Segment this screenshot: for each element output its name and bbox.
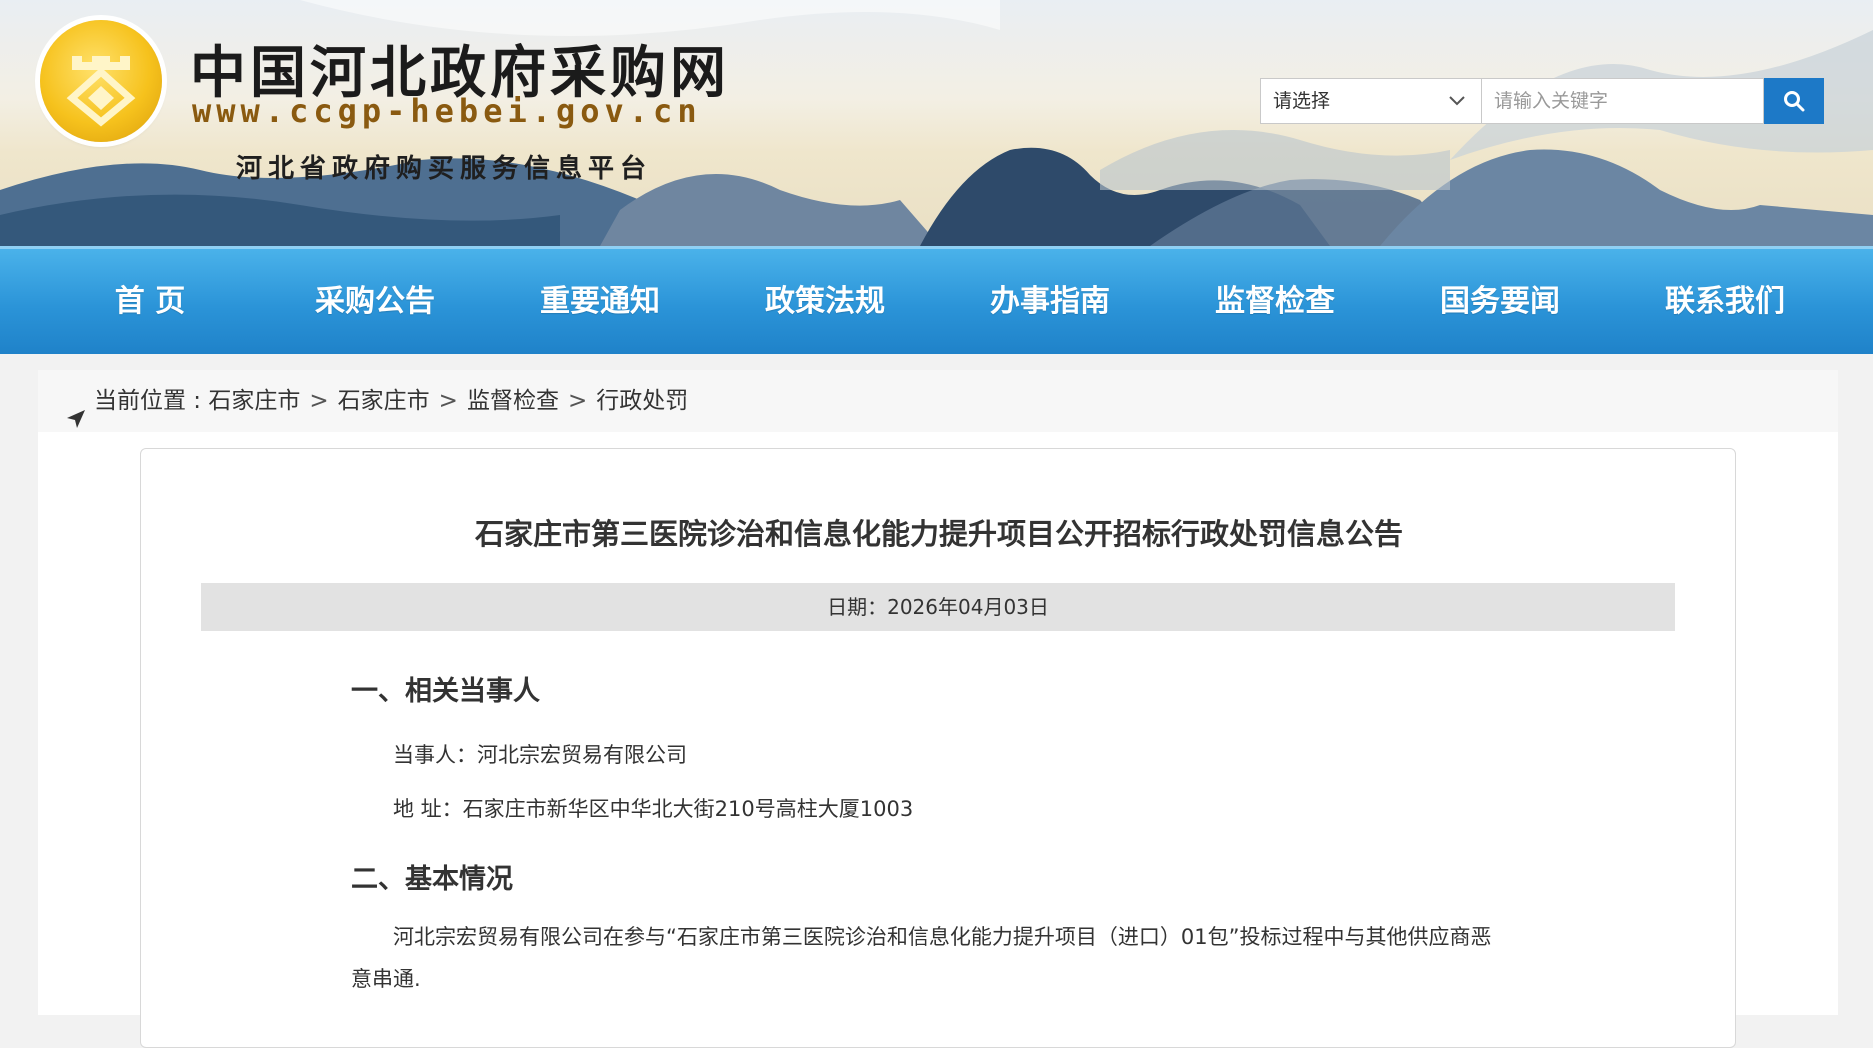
main-nav: 首 页 采购公告 重要通知 政策法规 办事指南 监督检查 国务要闻 联系我们 [0, 246, 1873, 354]
article-title: 石家庄市第三医院诊治和信息化能力提升项目公开招标行政处罚信息公告 [474, 517, 1403, 551]
nav-item-guide[interactable]: 办事指南 [950, 249, 1150, 354]
location-arrow-icon [66, 391, 86, 453]
nav-item-contact[interactable]: 联系我们 [1625, 249, 1825, 354]
logo-emblem-icon [66, 56, 136, 127]
search-button[interactable] [1764, 78, 1824, 124]
section-heading-parties: 一、相关当事人 [351, 676, 540, 707]
nav-item-state-news[interactable]: 国务要闻 [1400, 249, 1600, 354]
site-url: www.ccgp-hebei.gov.cn [192, 92, 702, 130]
nav-item-home[interactable]: 首 页 [50, 249, 250, 354]
breadcrumb-item-city[interactable]: 石家庄市 [208, 388, 300, 414]
breadcrumb-separator: > [438, 388, 458, 414]
nav-item-supervision[interactable]: 监督检查 [1175, 249, 1375, 354]
breadcrumb-item-supervision[interactable]: 监督检查 [467, 388, 559, 414]
breadcrumb-prefix: 当前位置 : [94, 388, 202, 414]
breadcrumb-item-city-2[interactable]: 石家庄市 [338, 388, 430, 414]
party-address: 地 址：石家庄市新华区中华北大街210号高柱大厦1003 [393, 797, 914, 821]
breadcrumb-separator: > [567, 388, 588, 414]
party-name: 当事人：河北宗宏贸易有限公司 [393, 743, 687, 767]
article-date: 日期：2026年04月03日 [201, 583, 1675, 631]
section-heading-basic-info: 二、基本情况 [351, 864, 513, 895]
search-category-select[interactable]: 请选择 [1260, 78, 1482, 124]
basic-info-paragraph-line2: 意串通. [351, 967, 421, 991]
search-icon [1784, 91, 1805, 112]
main-content: 当前位置 : 石家庄市 > 石家庄市 > 监督检查 > 行政处罚 石家庄市第三医院诊治和信息… [38, 370, 1838, 1048]
nav-item-procurement[interactable]: 采购公告 [275, 249, 475, 354]
site-subtitle: 河北省政府购买服务信息平台 [236, 154, 653, 184]
breadcrumb-item-current: 行政处罚 [596, 388, 689, 414]
breadcrumb: 当前位置 : 石家庄市 > 石家庄市 > 监督检查 > 行政处罚 [38, 370, 1838, 432]
basic-info-paragraph-line1: 河北宗宏贸易有限公司在参与“石家庄市第三医院诊治和信息化能力提升项目（进口）01… [393, 925, 1492, 949]
site-header: 中国河北政府采购网 www.ccgp-hebei.gov.cn 河北省政府购买服… [0, 0, 1873, 246]
breadcrumb-separator: > [309, 388, 329, 414]
nav-item-policies[interactable]: 政策法规 [725, 249, 925, 354]
search-input[interactable] [1482, 78, 1764, 124]
nav-item-notices[interactable]: 重要通知 [500, 249, 700, 354]
article-panel: 石家庄市第三医院诊治和信息化能力提升项目公开招标行政处罚信息公告 日期：2026… [140, 448, 1736, 1048]
chevron-down-icon [1447, 79, 1467, 123]
search-category-value: 请选择 [1273, 90, 1331, 112]
site-logo[interactable] [40, 20, 162, 142]
